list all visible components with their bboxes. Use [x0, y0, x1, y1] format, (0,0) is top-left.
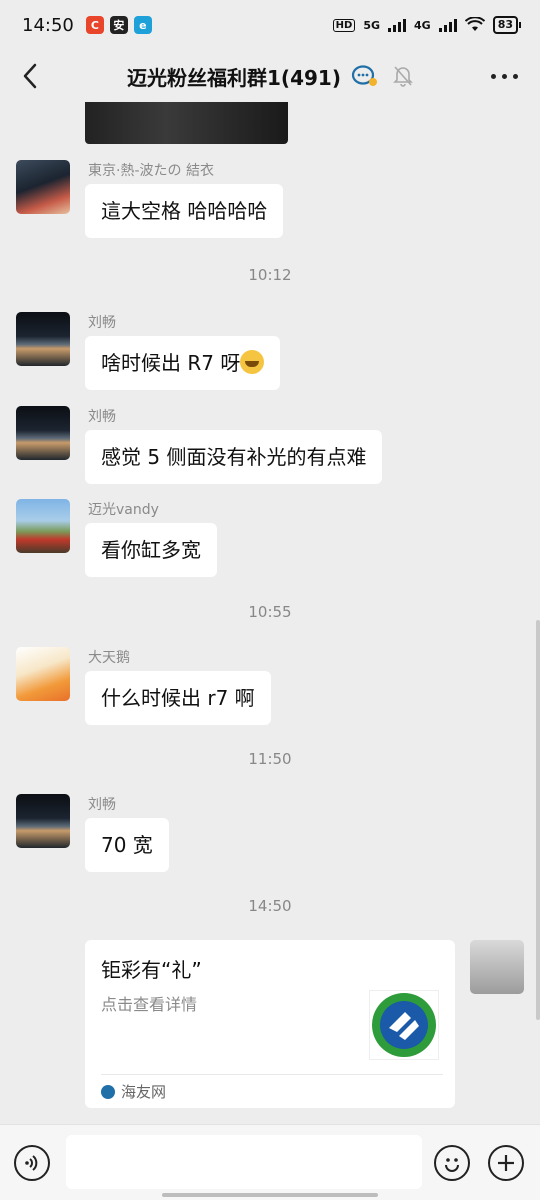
message-bubble[interactable]: 什么时候出 r7 啊: [85, 671, 271, 725]
link-card[interactable]: 钜彩有“礼” 点击查看详情 海友网: [85, 940, 455, 1108]
back-icon: [23, 63, 37, 89]
previous-image-message[interactable]: [85, 102, 288, 144]
message-text: 啥时候出 R7 呀: [101, 351, 241, 375]
signal-icon: [388, 18, 406, 32]
avatar[interactable]: [16, 794, 70, 848]
avatar[interactable]: [16, 160, 70, 214]
signal-icon: [438, 18, 457, 32]
link-card-title: 钜彩有“礼”: [101, 958, 202, 982]
message-bubble[interactable]: 看你缸多宽: [85, 523, 217, 577]
app-notification-icon: C: [85, 16, 104, 34]
sender-name: 迈光vandy: [88, 502, 159, 518]
message-bubble[interactable]: 感觉 5 侧面没有补光的有点难: [85, 430, 383, 484]
message-input[interactable]: [66, 1135, 422, 1189]
battery-icon: 83: [492, 16, 522, 34]
network-4g-label: 4G: [414, 18, 431, 32]
sender-name: 刘畅: [88, 409, 116, 425]
status-time: 14:50: [22, 14, 74, 36]
scrollbar[interactable]: [536, 620, 540, 1020]
emoji-icon: [445, 1158, 459, 1172]
message-bubble[interactable]: 啥时候出 R7 呀: [85, 336, 281, 390]
more-functions-button[interactable]: [488, 1145, 524, 1181]
avatar[interactable]: [16, 499, 70, 553]
sender-name: 東京·熱-波たの 結衣: [88, 163, 214, 179]
divider: [101, 1074, 443, 1075]
message-bubble[interactable]: 這大空格 哈哈哈哈: [85, 184, 284, 238]
home-indicator: [162, 1193, 378, 1197]
my-avatar[interactable]: [470, 940, 524, 994]
message-bubble[interactable]: 70 宽: [85, 818, 169, 872]
source-logo-icon: [101, 1084, 115, 1099]
status-indicators: HD 5G 4G 83: [332, 16, 522, 34]
mute-bell-icon: [393, 66, 413, 87]
laughing-emoji-icon: [240, 350, 265, 374]
app-notification-icon: 安: [109, 16, 128, 34]
timestamp: 11:50: [248, 750, 292, 768]
voice-icon: [25, 1155, 38, 1171]
network-5g-label: 5G: [363, 18, 380, 32]
emoji-button[interactable]: [434, 1145, 470, 1181]
chat-header: 迈光粉丝福利群1(491): [0, 50, 540, 102]
source-name: 海友网: [121, 1083, 167, 1101]
hd-icon: HD: [332, 18, 356, 32]
plus-icon: [498, 1155, 514, 1171]
app-notification-icon: e: [133, 16, 152, 34]
more-icon: [491, 73, 496, 79]
page-title[interactable]: 迈光粉丝福利群1(491): [127, 62, 341, 91]
logo-icon: [372, 993, 436, 1057]
timestamp: 14:50: [248, 897, 292, 915]
more-button[interactable]: [491, 64, 518, 88]
avatar[interactable]: [16, 406, 70, 460]
status-bar: 14:50 C 安 e HD 5G 4G 83: [0, 0, 540, 50]
voice-button[interactable]: [14, 1145, 50, 1181]
sender-name: 刘畅: [88, 797, 116, 813]
timestamp: 10:55: [248, 603, 292, 621]
input-bar: [0, 1124, 540, 1200]
chat-message-list[interactable]: 東京·熱-波たの 結衣 這大空格 哈哈哈哈 10:12 刘畅 啥时候出 R7 呀…: [0, 102, 540, 1124]
timestamp: 10:12: [248, 266, 292, 284]
back-button[interactable]: [14, 60, 46, 92]
group-chat-icon: [351, 65, 377, 86]
sender-name: 大天鹅: [88, 650, 130, 666]
avatar[interactable]: [16, 312, 70, 366]
link-card-thumbnail: [369, 990, 439, 1060]
link-card-source: 海友网: [101, 1081, 166, 1102]
avatar[interactable]: [16, 647, 70, 701]
wifi-icon: [464, 17, 485, 31]
sender-name: 刘畅: [88, 315, 116, 331]
